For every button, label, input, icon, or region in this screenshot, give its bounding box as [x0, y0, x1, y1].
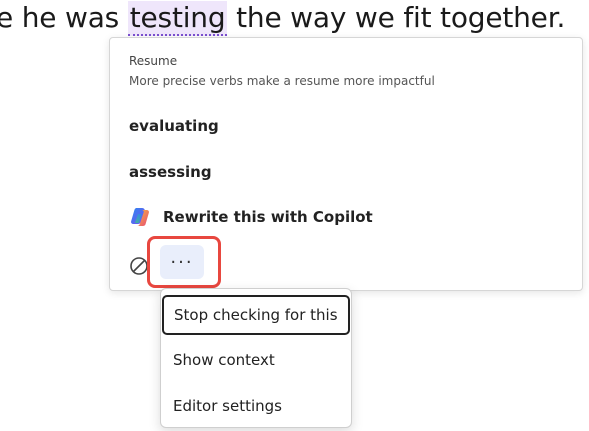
suggestion-evaluating[interactable]: evaluating: [129, 117, 219, 135]
document-text-after: the way we fit together.: [236, 1, 566, 34]
ignore-icon[interactable]: [129, 256, 149, 276]
document-text-before: e he was: [0, 1, 120, 34]
menu-item-editor-settings[interactable]: Editor settings: [161, 386, 351, 426]
menu-item-show-context[interactable]: Show context: [161, 340, 351, 380]
document-text-line: e he was testing the way we fit together…: [0, 0, 565, 40]
copilot-icon: [129, 206, 151, 228]
card-subtitle: More precise verbs make a resume more im…: [129, 74, 435, 88]
rewrite-with-copilot-button[interactable]: Rewrite this with Copilot: [129, 206, 373, 228]
more-options-button[interactable]: ···: [160, 245, 204, 279]
more-options-menu: Stop checking for this Show context Edit…: [160, 288, 352, 428]
copilot-label: Rewrite this with Copilot: [163, 208, 373, 226]
suggestion-assessing[interactable]: assessing: [129, 163, 212, 181]
menu-item-stop-checking[interactable]: Stop checking for this: [162, 295, 350, 335]
card-category: Resume: [129, 54, 178, 68]
flagged-word[interactable]: testing: [127, 1, 228, 36]
